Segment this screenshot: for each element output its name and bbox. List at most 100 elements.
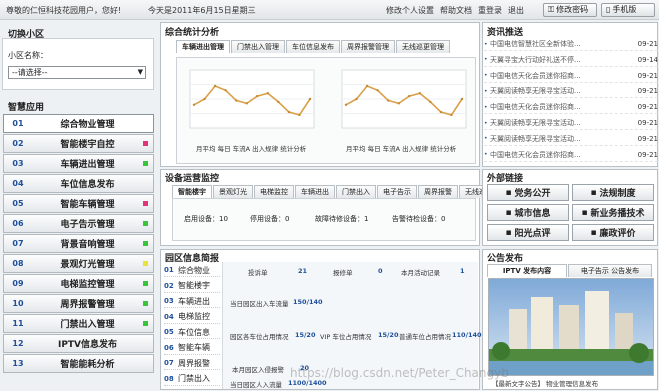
menu-item-11[interactable]: 11 门禁出入管理 (3, 313, 154, 334)
stat-repairs-label: 报修单 (333, 269, 353, 277)
brief-row[interactable]: 05 车位信息 (164, 326, 220, 339)
brief-row[interactable]: 03 车辆进出 (164, 295, 220, 308)
brief-row[interactable]: 01 综合物业 (164, 264, 220, 277)
brief-row[interactable]: 02 智能楼宇 (164, 280, 220, 293)
data-point (344, 103, 348, 106)
news-item[interactable]: • 中国电信天化会员迷你招商... 09-21 (484, 70, 658, 83)
link-party-affairs-button[interactable]: ▪ 党务公开 (487, 184, 569, 201)
status-dot (143, 280, 148, 286)
data-point (245, 102, 248, 105)
menu-item-03[interactable]: 03 车辆进出管理 (3, 153, 154, 174)
data-point (234, 99, 238, 102)
news-item-date: 09-21 (637, 40, 658, 48)
logout-link[interactable]: 退出 (508, 5, 524, 16)
stat-vip-parking-value: 15/20 (378, 331, 399, 339)
link-regulations-button[interactable]: ▪ 法规制度 (572, 184, 654, 201)
brief-row-label: 智能楼宇 (178, 281, 210, 290)
news-item[interactable]: • 中国电信天化会员迷你招商... 09-21 (484, 149, 658, 162)
news-item[interactable]: • 天翼寻宝大行动好礼送不停... 09-14 (484, 54, 658, 67)
link-sunshine-review-button[interactable]: ▪ 阳光点评 (487, 224, 569, 241)
news-item[interactable]: • 中国电信智慧社区全新体验... 09-21 (484, 38, 658, 51)
tab-e-notice-publish[interactable]: 电子告示 公告发布 (568, 264, 652, 277)
menu-item-number: 12 (12, 338, 24, 348)
tab-perimeter[interactable]: 周界报警 (418, 185, 458, 198)
stats-tabs: 车辆进出管理 门禁出入管理 车位信息发布 周界报警管理 无线巡更管理 (176, 40, 451, 53)
briefs-title: 园区信息简报 (165, 254, 220, 264)
menu-item-number: 03 (12, 159, 24, 169)
tab-iptv-content[interactable]: IPTV 发布内容 (487, 264, 567, 277)
brief-row-label: 门禁出入 (178, 374, 210, 383)
menu-item-09[interactable]: 09 电梯监控管理 (3, 273, 154, 294)
brief-row[interactable]: 07 周界报警 (164, 357, 220, 370)
menu-item-08[interactable]: 08 景观灯光管理 (3, 253, 154, 274)
menu-item-13[interactable]: 13 智能能耗分析 (3, 353, 154, 373)
menu-item-label: 综合物业管理 (60, 120, 115, 131)
chevron-down-icon: ▼ (137, 68, 143, 76)
tab-wireless-patrol[interactable]: 无线巡更管理 (396, 40, 450, 53)
news-title: 资讯推送 (487, 28, 524, 38)
status-dot (143, 361, 148, 366)
status-dot (143, 341, 148, 346)
news-item[interactable]: • 中国电信天化会员迷你招商... 09-21 (484, 101, 658, 115)
status-dot (143, 181, 148, 186)
link-integrity-eval-button[interactable]: ▪ 廉政评价 (572, 224, 654, 241)
menu-item-04[interactable]: 04 车位信息发布 (3, 173, 154, 194)
menu-item-05[interactable]: 05 智能车辆管理 (3, 193, 154, 214)
bullet-icon: ▪ (581, 207, 588, 218)
link-new-tech-button[interactable]: ▪ 新业务播技术 (572, 204, 654, 221)
tab-smart-building[interactable]: 智能楼宇 (172, 185, 212, 198)
link-city-info-button[interactable]: ▪ 城市信息 (487, 204, 569, 221)
data-point (397, 102, 400, 105)
tab-vehicle-access[interactable]: 车辆进出管理 (176, 40, 230, 53)
status-dot (143, 121, 148, 126)
community-select[interactable]: --请选择-- ▼ (8, 66, 146, 79)
tab-elevator[interactable]: 电梯监控 (254, 185, 294, 198)
stats-title: 综合统计分析 (165, 28, 220, 38)
brief-row[interactable]: 06 智能车辆 (164, 342, 220, 355)
menu-item-01[interactable]: 01 综合物业管理 (3, 114, 154, 134)
data-point (266, 92, 270, 95)
stat-normal-parking-label: 普通车位占用情况 (399, 333, 451, 341)
data-point (408, 94, 411, 98)
tab-parking-info[interactable]: 车位信息发布 (286, 40, 340, 53)
tab-door-access[interactable]: 门禁出入管理 (231, 40, 285, 53)
data-point (287, 110, 291, 114)
news-item-date: 09-21 (637, 119, 658, 127)
help-link[interactable]: 帮助文档 (440, 5, 472, 16)
relogin-link[interactable]: 重登录 (478, 5, 502, 16)
menu-item-07[interactable]: 07 背景音响管理 (3, 233, 154, 254)
stat-complaints-value: 21 (298, 267, 308, 275)
community-photo (488, 278, 654, 376)
menu-item-06[interactable]: 06 电子告示管理 (3, 213, 154, 234)
status-dot (143, 201, 148, 207)
settings-link[interactable]: 修改个人设置 (386, 5, 434, 16)
mobile-version-button[interactable]: ▯ 手机版 (601, 3, 655, 17)
data-point (429, 100, 432, 104)
brief-row-number: 01 (164, 266, 174, 274)
news-item[interactable]: • 天翼阅读畅享无限寻宝活动... 09-21 (484, 117, 658, 130)
news-item[interactable]: • 天翼阅读畅享无限寻宝活动... 09-21 (484, 133, 658, 146)
tab-e-notice[interactable]: 电子告示 (377, 185, 417, 198)
menu-item-12[interactable]: 12 IPTV信息发布 (3, 333, 154, 354)
data-point (308, 97, 312, 101)
tab-landscape-light[interactable]: 景观灯光 (213, 185, 253, 198)
menu-item-02[interactable]: 02 智能楼宇自控 (3, 133, 154, 154)
tab-door[interactable]: 门禁出入 (336, 185, 376, 198)
data-point (224, 89, 227, 92)
stat-parking-label: 园区各车位占用情况 (230, 333, 289, 341)
mobile-icon: ▯ (606, 5, 611, 14)
news-item[interactable]: • 天翼阅读畅享无限寻宝活动... 09-21 (484, 85, 658, 99)
tab-vehicle[interactable]: 车辆进出 (295, 185, 335, 198)
device-stat-disabled: 停用设备：0 (250, 215, 290, 223)
publish-title: 公告发布 (487, 254, 524, 264)
brief-row[interactable]: 04 电梯监控 (164, 311, 220, 324)
data-point (355, 97, 358, 101)
change-password-button[interactable]: ⚿ 修改密码 (543, 3, 597, 17)
stat-people-flow-value: 1100/1400 (288, 379, 327, 387)
devices-tabs: 智能楼宇 景观灯光 电梯监控 车辆进出 门禁出入 电子告示 周界报警 无线巡更 (172, 185, 500, 198)
status-dot (143, 141, 148, 147)
brief-row[interactable]: 08 门禁出入 (164, 373, 220, 386)
menu-item-10[interactable]: 10 周界报警管理 (3, 293, 154, 314)
menu-item-label: 智能能耗分析 (60, 359, 115, 370)
tab-perimeter-alarm[interactable]: 周界报警管理 (341, 40, 395, 53)
